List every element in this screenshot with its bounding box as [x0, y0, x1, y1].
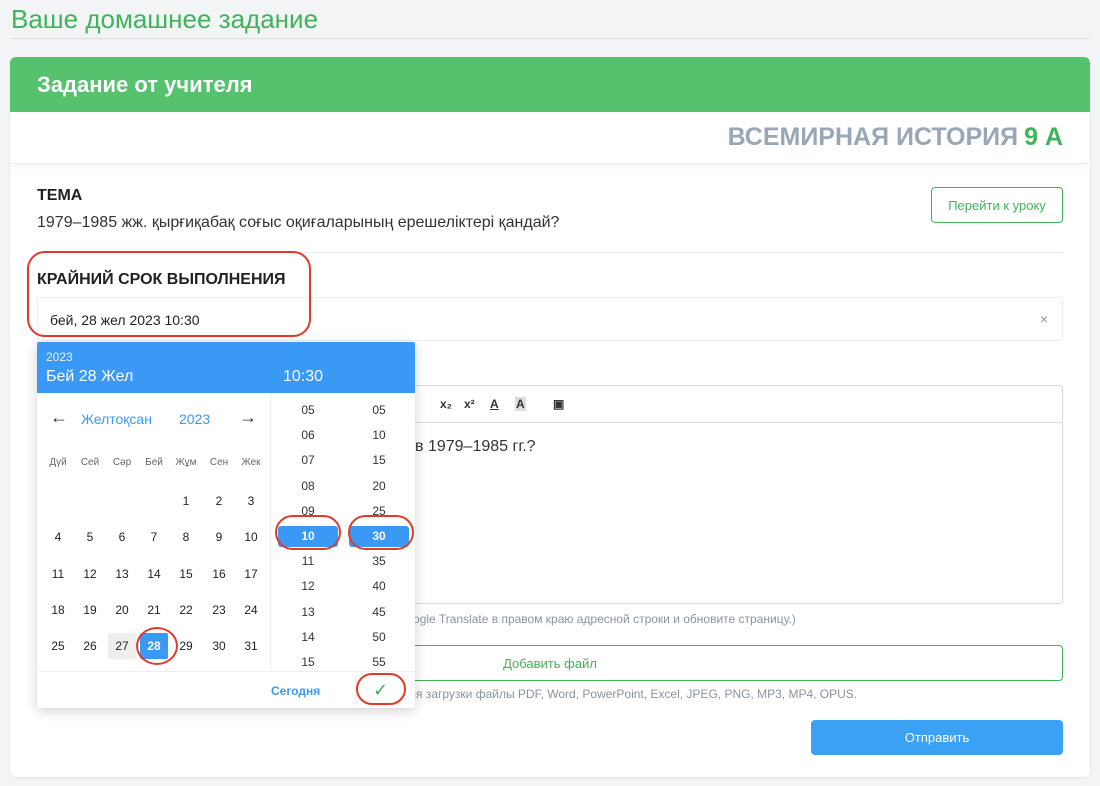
calendar-day[interactable]: 26 [76, 633, 104, 659]
calendar-day[interactable]: 11 [44, 561, 72, 587]
text-color-icon[interactable]: A [490, 397, 499, 411]
calendar-day[interactable]: 5 [76, 524, 104, 550]
hour-option[interactable]: 13 [278, 605, 338, 619]
calendar-day[interactable]: 2 [205, 488, 233, 514]
calendar-day[interactable]: 10 [237, 524, 265, 550]
page-title: Ваше домашнее задание [11, 4, 319, 34]
upload-hint: для загрузки файлы PDF, Word, PowerPoint… [402, 687, 858, 701]
class-badge: 9 А [1024, 123, 1063, 151]
weekday-label: Сей [80, 457, 100, 468]
calendar-day[interactable]: 3 [237, 488, 265, 514]
calendar-day[interactable]: 13 [108, 561, 136, 587]
minute-highlight [348, 515, 414, 550]
minute-option[interactable]: 45 [349, 605, 409, 619]
subscript-button-icon[interactable]: x₂ [440, 397, 452, 411]
confirm-highlight [356, 673, 406, 705]
hour-option[interactable]: 15 [278, 655, 338, 669]
year-select[interactable]: 2023 [179, 411, 210, 427]
submit-button[interactable]: Отправить [811, 720, 1063, 755]
subject-bar: ВСЕМИРНАЯ ИСТОРИЯ 9 А [10, 112, 1090, 164]
hour-option[interactable]: 05 [278, 403, 338, 417]
calendar-day[interactable]: 16 [205, 561, 233, 587]
minute-option[interactable]: 05 [349, 403, 409, 417]
calendar-day[interactable]: 27 [108, 633, 136, 659]
weekday-label: Сәр [112, 457, 132, 468]
deadline-highlight [27, 251, 311, 337]
calendar-day[interactable]: 4 [44, 524, 72, 550]
hour-option[interactable]: 14 [278, 630, 338, 644]
next-month-icon[interactable]: → [239, 407, 257, 428]
minute-option[interactable]: 35 [349, 554, 409, 568]
calendar-day[interactable]: 25 [44, 633, 72, 659]
prev-month-icon[interactable]: ← [50, 407, 68, 428]
weekday-label: Бей [145, 457, 163, 468]
calendar-day[interactable]: 1 [172, 488, 200, 514]
calendar-day[interactable]: 24 [237, 597, 265, 623]
title-divider [11, 38, 1090, 39]
calendar-day[interactable]: 18 [44, 597, 72, 623]
hour-highlight [275, 515, 341, 550]
translate-hint: e Google Translate в правом краю адресно… [387, 612, 796, 626]
minute-option[interactable]: 15 [349, 453, 409, 467]
calendar-day[interactable]: 12 [76, 561, 104, 587]
calendar-day[interactable]: 14 [140, 561, 168, 587]
minute-option[interactable]: 40 [349, 579, 409, 593]
topic-label: ТЕМА [37, 187, 83, 204]
calendar-day[interactable]: 15 [172, 561, 200, 587]
picker-header: 2023 Бей 28 Жел 10:30 [37, 342, 415, 393]
calendar-day[interactable]: 7 [140, 524, 168, 550]
minute-option[interactable]: 55 [349, 655, 409, 669]
editor-text: в 1979–1985 гг.? [415, 438, 536, 455]
calendar-day[interactable]: 17 [237, 561, 265, 587]
weekday-label: Сен [209, 457, 229, 468]
today-button[interactable]: Сегодня [271, 684, 320, 698]
film-icon[interactable]: ▣ [553, 397, 564, 411]
card-header: Задание от учителя [10, 57, 1090, 112]
calendar-day[interactable]: 31 [237, 633, 265, 659]
hour-option[interactable]: 12 [278, 579, 338, 593]
minute-option[interactable]: 50 [349, 630, 409, 644]
picker-year[interactable]: 2023 [46, 350, 73, 364]
subject-name: ВСЕМИРНАЯ ИСТОРИЯ [727, 123, 1019, 151]
weekday-label: Жұм [175, 457, 197, 468]
day-highlight [136, 627, 178, 665]
calendar-day[interactable]: 8 [172, 524, 200, 550]
minute-option[interactable]: 10 [349, 428, 409, 442]
calendar-day[interactable]: 9 [205, 524, 233, 550]
calendar-day[interactable]: 22 [172, 597, 200, 623]
hour-option[interactable]: 06 [278, 428, 338, 442]
calendar-day[interactable]: 6 [108, 524, 136, 550]
calendar-day[interactable]: 23 [205, 597, 233, 623]
background-color-icon[interactable]: A [515, 397, 526, 411]
weekday-label: Дүй [49, 457, 67, 468]
minute-option[interactable]: 20 [349, 479, 409, 493]
picker-time[interactable]: 10:30 [283, 368, 323, 386]
superscript-button-icon[interactable]: x² [464, 397, 475, 411]
calendar-day[interactable]: 19 [76, 597, 104, 623]
topic-text: 1979–1985 жж. қырғиқабақ соғыс оқиғалары… [37, 214, 560, 231]
calendar-day[interactable]: 20 [108, 597, 136, 623]
calendar-day[interactable]: 21 [140, 597, 168, 623]
weekday-label: Жек [241, 457, 261, 468]
month-select[interactable]: Желтоқсан [81, 411, 152, 427]
hour-option[interactable]: 11 [278, 554, 338, 568]
hour-option[interactable]: 07 [278, 453, 338, 467]
hour-option[interactable]: 08 [278, 479, 338, 493]
go-to-lesson-button[interactable]: Перейти к уроку [931, 187, 1063, 223]
picker-date[interactable]: Бей 28 Жел [46, 368, 133, 386]
calendar-day[interactable]: 30 [205, 633, 233, 659]
clear-icon[interactable]: × [1040, 311, 1048, 327]
